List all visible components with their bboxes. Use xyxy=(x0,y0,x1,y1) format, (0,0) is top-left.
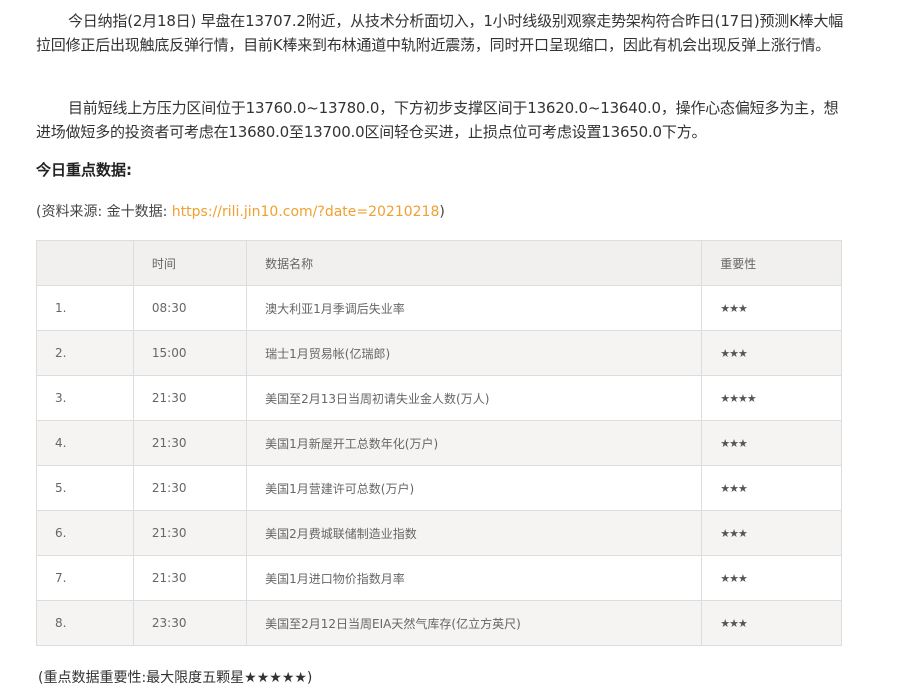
row-time: 21:30 xyxy=(132,555,248,601)
row-time: 23:30 xyxy=(132,600,248,646)
table-row: 8. 23:30 美国至2月12日当周EIA天然气库存(亿立方英尺) ★★★ xyxy=(36,600,842,646)
row-index: 5. xyxy=(36,465,134,511)
header-importance: 重要性 xyxy=(701,240,842,286)
header-time: 时间 xyxy=(132,240,248,286)
row-time: 21:30 xyxy=(132,375,248,421)
data-source-line: (资料来源: 金十数据: https://rili.jin10.com/?dat… xyxy=(36,200,445,224)
row-name: 美国至2月12日当周EIA天然气库存(亿立方英尺) xyxy=(246,600,703,646)
row-index: 2. xyxy=(36,330,134,376)
row-time: 15:00 xyxy=(132,330,248,376)
table-row: 2. 15:00 瑞士1月贸易帐(亿瑞郎) ★★★ xyxy=(36,330,842,376)
row-importance: ★★★ xyxy=(701,600,842,646)
row-index: 8. xyxy=(36,600,134,646)
table-row: 1. 08:30 澳大利亚1月季调后失业率 ★★★ xyxy=(36,285,842,331)
table-header-row: 时间 数据名称 重要性 xyxy=(36,240,842,286)
row-index: 7. xyxy=(36,555,134,601)
row-importance: ★★★ xyxy=(701,285,842,331)
row-index: 6. xyxy=(36,510,134,556)
header-name: 数据名称 xyxy=(246,240,703,286)
row-time: 21:30 xyxy=(132,510,248,556)
importance-footnote: (重点数据重要性:最大限度五颗星★★★★★) xyxy=(38,670,313,686)
row-time: 21:30 xyxy=(132,465,248,511)
row-time: 21:30 xyxy=(132,420,248,466)
table-row: 5. 21:30 美国1月营建许可总数(万户) ★★★ xyxy=(36,465,842,511)
row-importance: ★★★ xyxy=(701,555,842,601)
row-importance: ★★★ xyxy=(701,465,842,511)
row-name: 澳大利亚1月季调后失业率 xyxy=(246,285,703,331)
source-link[interactable]: https://rili.jin10.com/?date=20210218 xyxy=(172,204,440,220)
section-title: 今日重点数据: xyxy=(36,161,132,179)
row-importance: ★★★ xyxy=(701,330,842,376)
row-index: 4. xyxy=(36,420,134,466)
row-name: 美国1月进口物价指数月率 xyxy=(246,555,703,601)
header-index xyxy=(36,240,134,286)
row-name: 美国至2月13日当周初请失业金人数(万人) xyxy=(246,375,703,421)
table-row: 3. 21:30 美国至2月13日当周初请失业金人数(万人) ★★★★ xyxy=(36,375,842,421)
source-suffix: ) xyxy=(439,204,445,220)
row-index: 3. xyxy=(36,375,134,421)
table-row: 4. 21:30 美国1月新屋开工总数年化(万户) ★★★ xyxy=(36,420,842,466)
row-importance: ★★★ xyxy=(701,420,842,466)
row-index: 1. xyxy=(36,285,134,331)
key-data-table: 时间 数据名称 重要性 1. 08:30 澳大利亚1月季调后失业率 ★★★ 2.… xyxy=(36,240,842,646)
row-name: 瑞士1月贸易帐(亿瑞郎) xyxy=(246,330,703,376)
row-importance: ★★★ xyxy=(701,510,842,556)
row-name: 美国2月费城联储制造业指数 xyxy=(246,510,703,556)
row-name: 美国1月新屋开工总数年化(万户) xyxy=(246,420,703,466)
table-row: 6. 21:30 美国2月费城联储制造业指数 ★★★ xyxy=(36,510,842,556)
row-importance: ★★★★ xyxy=(701,375,842,421)
table-row: 7. 21:30 美国1月进口物价指数月率 ★★★ xyxy=(36,555,842,601)
source-prefix: (资料来源: 金十数据: xyxy=(36,204,172,220)
analysis-paragraph-1: 今日纳指(2月18日) 早盘在13707.2附近，从技术分析面切入，1小时线级别… xyxy=(36,12,844,54)
analysis-paragraph-2: 目前短线上方压力区间位于13760.0~13780.0，下方初步支撑区间于136… xyxy=(36,99,839,141)
row-time: 08:30 xyxy=(132,285,248,331)
row-name: 美国1月营建许可总数(万户) xyxy=(246,465,703,511)
